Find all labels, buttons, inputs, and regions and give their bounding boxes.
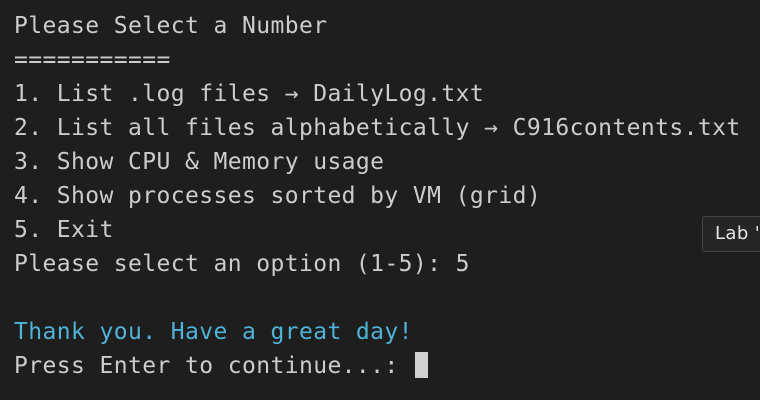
menu-option-2: 2. List all files alphabetically → C916c… — [14, 115, 741, 141]
farewell-message: Thank you. Have a great day! — [14, 319, 413, 345]
terminal-output[interactable]: Please Select a Number =========== 1. Li… — [0, 0, 760, 400]
menu-option-1: 1. List .log files → DailyLog.txt — [14, 81, 485, 107]
text-cursor — [414, 352, 428, 378]
continue-prompt: Press Enter to continue...: — [14, 353, 413, 379]
terminal-tab-tooltip: Lab ' — [702, 216, 760, 252]
menu-divider: =========== — [14, 47, 171, 73]
option-prompt: Please select an option (1-5): 5 — [14, 251, 470, 277]
menu-option-3: 3. Show CPU & Memory usage — [14, 149, 385, 175]
continue-prompt-line[interactable]: Press Enter to continue...: — [14, 349, 760, 383]
menu-option-5: 5. Exit — [14, 217, 114, 243]
menu-title: Please Select a Number — [14, 13, 328, 39]
menu-option-4: 4. Show processes sorted by VM (grid) — [14, 183, 542, 209]
